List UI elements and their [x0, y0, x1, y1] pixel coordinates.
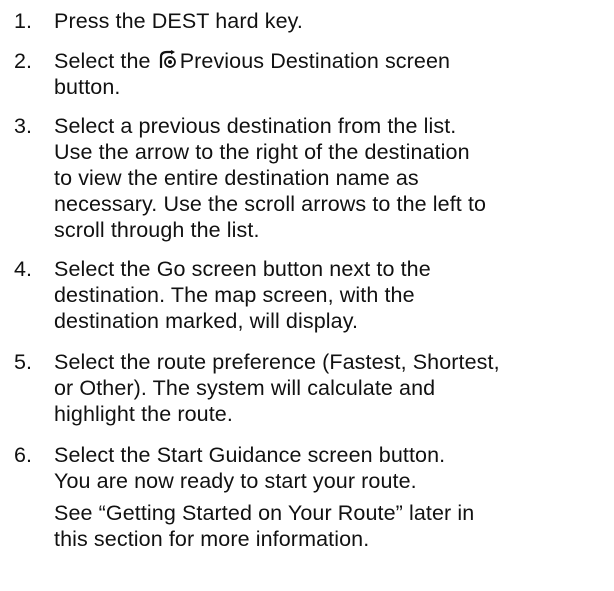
step-text: Select the route preference (Fastest, Sh… [54, 349, 610, 427]
step-text: Select the Previous Destination screen b… [54, 48, 610, 100]
step-6: 6. Select the Start Guidance screen butt… [14, 442, 610, 552]
step-text: Select a previous destination from the l… [54, 113, 610, 243]
step-number: 1. [14, 9, 33, 33]
step-line: You are now ready to start your route. [54, 469, 417, 493]
step-line: Select the Previous Destination screen [54, 48, 610, 74]
step-note-line: this section for more information. [54, 527, 370, 551]
step-line-after-icon: Previous Destination screen [179, 49, 451, 73]
step-line: necessary. Use the scroll arrows to the … [54, 192, 487, 216]
step-1: 1. Press the DEST hard key. [14, 8, 610, 34]
previous-destination-icon [158, 50, 178, 70]
step-line: Select the Start Guidance screen button. [54, 443, 446, 467]
step-line: button. [54, 75, 121, 99]
step-text: Select the Go screen button next to the … [54, 256, 610, 334]
step-line: scroll through the list. [54, 218, 260, 242]
step-number: 4. [14, 257, 33, 281]
instructions-page: 1. Press the DEST hard key. 2. Select th… [0, 0, 614, 591]
step-line: highlight the route. [54, 402, 233, 426]
step-line: Select the Go screen button next to the [54, 257, 431, 281]
step-text: Press the DEST hard key. [54, 8, 610, 34]
step-line: Press the DEST hard key. [54, 9, 303, 33]
step-4: 4. Select the Go screen button next to t… [14, 256, 610, 334]
step-2: 2. Select the Previous Destination scree… [14, 48, 610, 100]
step-number: 3. [14, 114, 33, 138]
step-line: destination marked, will display. [54, 309, 359, 333]
step-line: Select the route preference (Fastest, Sh… [54, 350, 500, 374]
step-line: or Other). The system will calculate and [54, 376, 436, 400]
step-line: Use the arrow to the right of the destin… [54, 140, 470, 164]
step-line: Select a previous destination from the l… [54, 114, 457, 138]
step-note-line: See “Getting Started on Your Route” late… [54, 501, 475, 525]
step-number: 6. [14, 443, 33, 467]
step-5: 5. Select the route preference (Fastest,… [14, 349, 610, 427]
step-line-before-icon: Select the [54, 49, 151, 73]
step-3: 3. Select a previous destination from th… [14, 113, 610, 243]
step-line: to view the entire destination name as [54, 166, 419, 190]
step-line: destination. The map screen, with the [54, 283, 415, 307]
step-text: Select the Start Guidance screen button.… [54, 442, 610, 552]
step-note: See “Getting Started on Your Route” late… [54, 500, 610, 552]
step-number: 2. [14, 49, 33, 73]
step-number: 5. [14, 350, 33, 374]
